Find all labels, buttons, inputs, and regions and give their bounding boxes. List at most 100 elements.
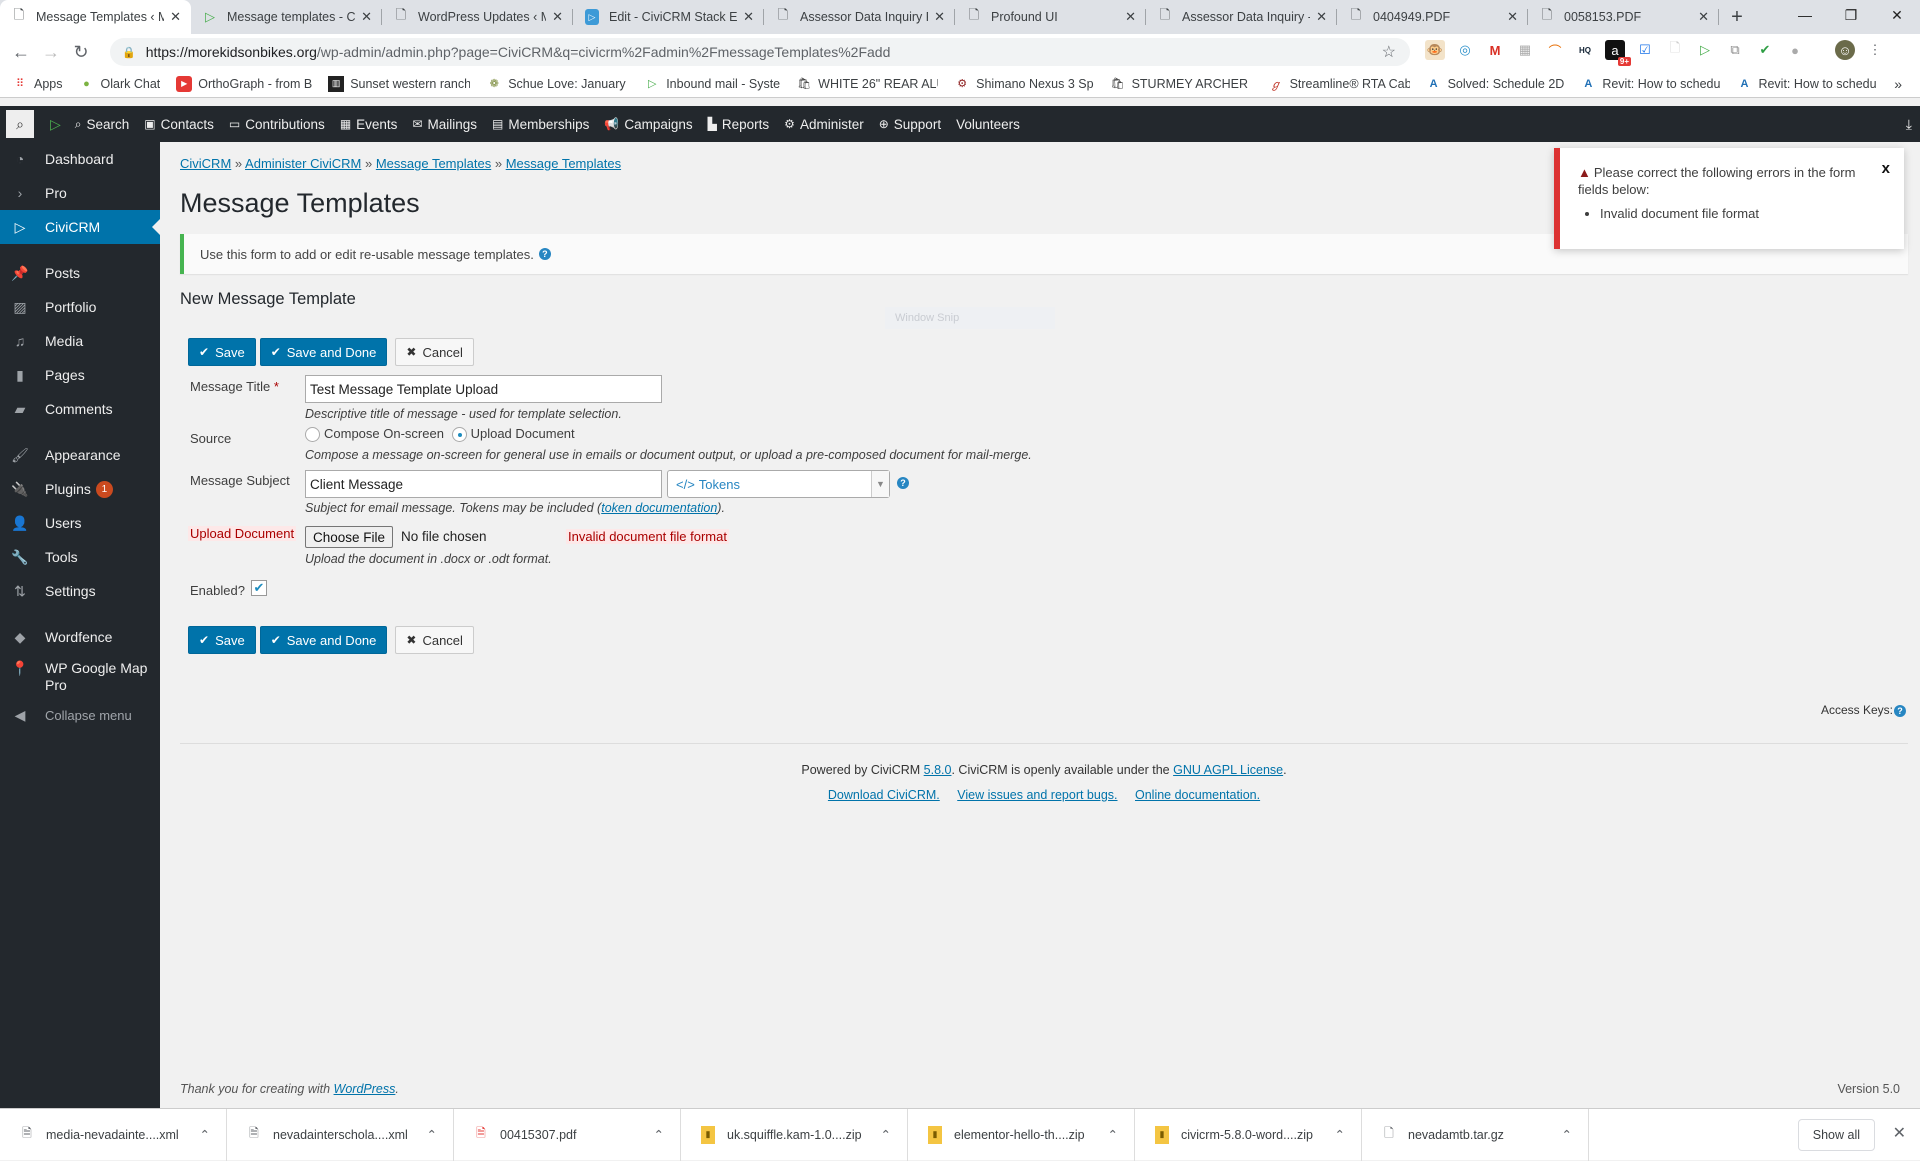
save-button[interactable]: ✔ Save	[188, 338, 256, 366]
admin-bar-administer[interactable]: ⚙ Administer	[784, 117, 864, 132]
civicrm-ext-icon[interactable]: ▷	[1695, 40, 1715, 60]
sidebar-item-comments[interactable]: ▰ Comments	[0, 392, 160, 426]
sidebar-item-dashboard[interactable]: ◔ Dashboard	[0, 142, 160, 176]
rainbow-icon[interactable]: ⌒	[1545, 40, 1565, 60]
admin-bar-mailings[interactable]: ✉ Mailings	[412, 117, 477, 132]
sidebar-item-pages[interactable]: ▮ Pages	[0, 358, 160, 392]
circle-ext-icon[interactable]: ●	[1785, 40, 1805, 60]
profile-avatar[interactable]: ☺	[1835, 40, 1855, 60]
bookmark[interactable]: 🛍 WHITE 26" REAR ALU	[796, 76, 938, 92]
download-item[interactable]: 🗎 media-nevadainte....xml ⌃	[0, 1108, 227, 1161]
save-button[interactable]: ✔ Save	[188, 626, 256, 654]
breadcrumb-link[interactable]: Message Templates	[376, 156, 491, 171]
close-toast-button[interactable]: x	[1882, 160, 1890, 177]
extension-icon[interactable]: ◎	[1455, 40, 1475, 60]
report-bugs-link[interactable]: View issues and report bugs.	[957, 788, 1117, 802]
chevron-up-icon[interactable]: ⌃	[1335, 1127, 1345, 1142]
access-keys-help-icon[interactable]: ?	[1894, 705, 1906, 717]
close-tab-icon[interactable]: ✕	[1507, 9, 1518, 25]
sidebar-item-tools[interactable]: 🔧 Tools	[0, 540, 160, 574]
download-item[interactable]: ▮ uk.squiffle.kam-1.0....zip ⌃	[681, 1108, 908, 1161]
message-subject-input[interactable]: Client Message	[305, 470, 662, 498]
admin-bar-search-button[interactable]: ⌕	[6, 110, 34, 138]
bookmark[interactable]: 🛍 STURMEY ARCHER H	[1110, 76, 1252, 92]
cancel-button[interactable]: ✖ Cancel	[395, 338, 474, 366]
bookmark[interactable]: ▶ OrthoGraph - from B	[176, 75, 312, 92]
admin-bar-reports[interactable]: ▙ Reports	[708, 117, 770, 132]
browser-tab[interactable]: 🗋 Assessor Data Inquiry P ✕	[764, 0, 955, 34]
bookmark[interactable]: ▥ Sunset western ranch	[328, 75, 470, 92]
close-tab-icon[interactable]: ✕	[743, 9, 754, 25]
bookmark-star-icon[interactable]: ☆	[1382, 42, 1396, 62]
sidebar-item-media[interactable]: ♫ Media	[0, 324, 160, 358]
more-bookmarks-icon[interactable]: »	[1894, 76, 1902, 92]
sidebar-item-pro[interactable]: › Pro	[0, 176, 160, 210]
chevron-up-icon[interactable]: ⌃	[427, 1127, 437, 1142]
download-item[interactable]: ▮ civicrm-5.8.0-word....zip ⌃	[1135, 1108, 1362, 1161]
bookmark[interactable]: A Solved: Schedule 2D	[1426, 76, 1565, 92]
save-and-done-button[interactable]: ✔ Save and Done	[259, 626, 388, 654]
bookmark[interactable]: ⠿ Apps	[12, 76, 63, 92]
download-arrow-icon[interactable]: ⤓	[1906, 116, 1912, 133]
bookmark[interactable]: ℊ Streamline® RTA Cab	[1268, 76, 1410, 92]
admin-bar-memberships[interactable]: ▤ Memberships	[492, 117, 589, 132]
back-icon[interactable]: ←	[6, 42, 36, 63]
browser-tab[interactable]: 🗋 Assessor Data Inquiry - ✕	[1146, 0, 1337, 34]
message-title-input[interactable]: Test Message Template Upload	[305, 375, 662, 403]
browser-tab[interactable]: ▷ Message templates - C ✕	[191, 0, 382, 34]
restore-icon[interactable]: ❐	[1828, 0, 1874, 30]
admin-bar-campaigns[interactable]: 📢 Campaigns	[604, 117, 692, 132]
reload-icon[interactable]: ↻	[66, 42, 96, 63]
sidebar-item-posts[interactable]: 📌 Posts	[0, 256, 160, 290]
close-window-icon[interactable]: ✕	[1874, 0, 1920, 30]
breadcrumb-link[interactable]: CiviCRM	[180, 156, 231, 171]
download-item[interactable]: 🗎 00415307.pdf ⌃	[454, 1108, 681, 1161]
civicrm-logo-icon[interactable]: ▷	[50, 116, 61, 133]
admin-bar-search[interactable]: ⌕ Search	[75, 117, 130, 132]
browser-tab[interactable]: 🗋 WordPress Updates ‹ M ✕	[382, 0, 573, 34]
close-tab-icon[interactable]: ✕	[552, 9, 563, 25]
browser-tab[interactable]: 🗋 0058153.PDF ✕	[1528, 0, 1719, 34]
help-icon[interactable]: ?	[538, 248, 551, 260]
wordpress-link[interactable]: WordPress	[334, 1082, 396, 1096]
gmail-icon[interactable]: M	[1485, 40, 1505, 60]
sidebar-item-wordfence[interactable]: ◆ Wordfence	[0, 620, 160, 654]
sidebar-item-civicrm[interactable]: ▷ CiviCRM	[0, 210, 160, 244]
download-item[interactable]: 🗋 nevadamtb.tar.gz ⌃	[1362, 1108, 1589, 1161]
bookmark[interactable]: ⚙ Shimano Nexus 3 Sp	[954, 76, 1093, 92]
breadcrumb-link[interactable]: Administer CiviCRM	[245, 156, 361, 171]
download-civicrm-link[interactable]: Download CiviCRM.	[828, 788, 940, 802]
bookmark[interactable]: A Revit: How to schedu	[1580, 76, 1720, 92]
mailchimp-icon[interactable]: 🐵	[1425, 40, 1445, 60]
close-downloads-bar-icon[interactable]: ✕	[1893, 1123, 1906, 1143]
download-item[interactable]: ▮ elementor-hello-th....zip ⌃	[908, 1108, 1135, 1161]
browser-tab[interactable]: ▷ Edit - CiviCRM Stack Ex ✕	[573, 0, 764, 34]
cloudhq-icon[interactable]: HQ	[1575, 40, 1595, 60]
menu-kebab-icon[interactable]: ⋮	[1865, 40, 1885, 60]
show-all-downloads-button[interactable]: Show all	[1797, 1119, 1875, 1151]
sidebar-item-plugins[interactable]: 🔌 Plugins 1	[0, 472, 160, 506]
checkbox-ext-icon[interactable]: ☑	[1635, 40, 1655, 60]
admin-bar-volunteers[interactable]: Volunteers	[956, 117, 1020, 132]
close-tab-icon[interactable]: ✕	[1698, 9, 1709, 25]
close-tab-icon[interactable]: ✕	[934, 9, 945, 25]
blank-page-ext-icon[interactable]: 🗋	[1665, 40, 1685, 60]
sidebar-item-users[interactable]: 👤 Users	[0, 506, 160, 540]
cancel-button[interactable]: ✖ Cancel	[395, 626, 474, 654]
admin-bar-events[interactable]: ▦ Events	[340, 117, 398, 132]
calendar-ext-icon[interactable]: ▦	[1515, 40, 1535, 60]
bookmark[interactable]: ▷ Inbound mail - Syste	[644, 76, 780, 92]
sidebar-item-appearance[interactable]: 🖌 Appearance	[0, 438, 160, 472]
admin-bar-support[interactable]: ⊕ Support	[879, 117, 941, 132]
address-bar[interactable]: 🔒 https://morekidsonbikes.org/wp-admin/a…	[110, 38, 1410, 66]
download-item[interactable]: 🗎 nevadainterschola....xml ⌃	[227, 1108, 454, 1161]
browser-tab[interactable]: 🗋 Profound UI ✕	[955, 0, 1146, 34]
bookmark[interactable]: ❁ Schue Love: January 2	[486, 76, 629, 92]
sidebar-item-wp-google-map-pro[interactable]: 📍 WP Google Map Pro	[0, 654, 160, 698]
close-tab-icon[interactable]: ✕	[1316, 9, 1327, 25]
token-documentation-link[interactable]: token documentation	[601, 501, 717, 515]
close-tab-icon[interactable]: ✕	[1125, 9, 1136, 25]
access-keys[interactable]: Access Keys:?	[1821, 703, 1906, 717]
collapse-menu-button[interactable]: ◀ Collapse menu	[0, 698, 160, 732]
enabled-checkbox[interactable]: ✔	[251, 580, 267, 596]
